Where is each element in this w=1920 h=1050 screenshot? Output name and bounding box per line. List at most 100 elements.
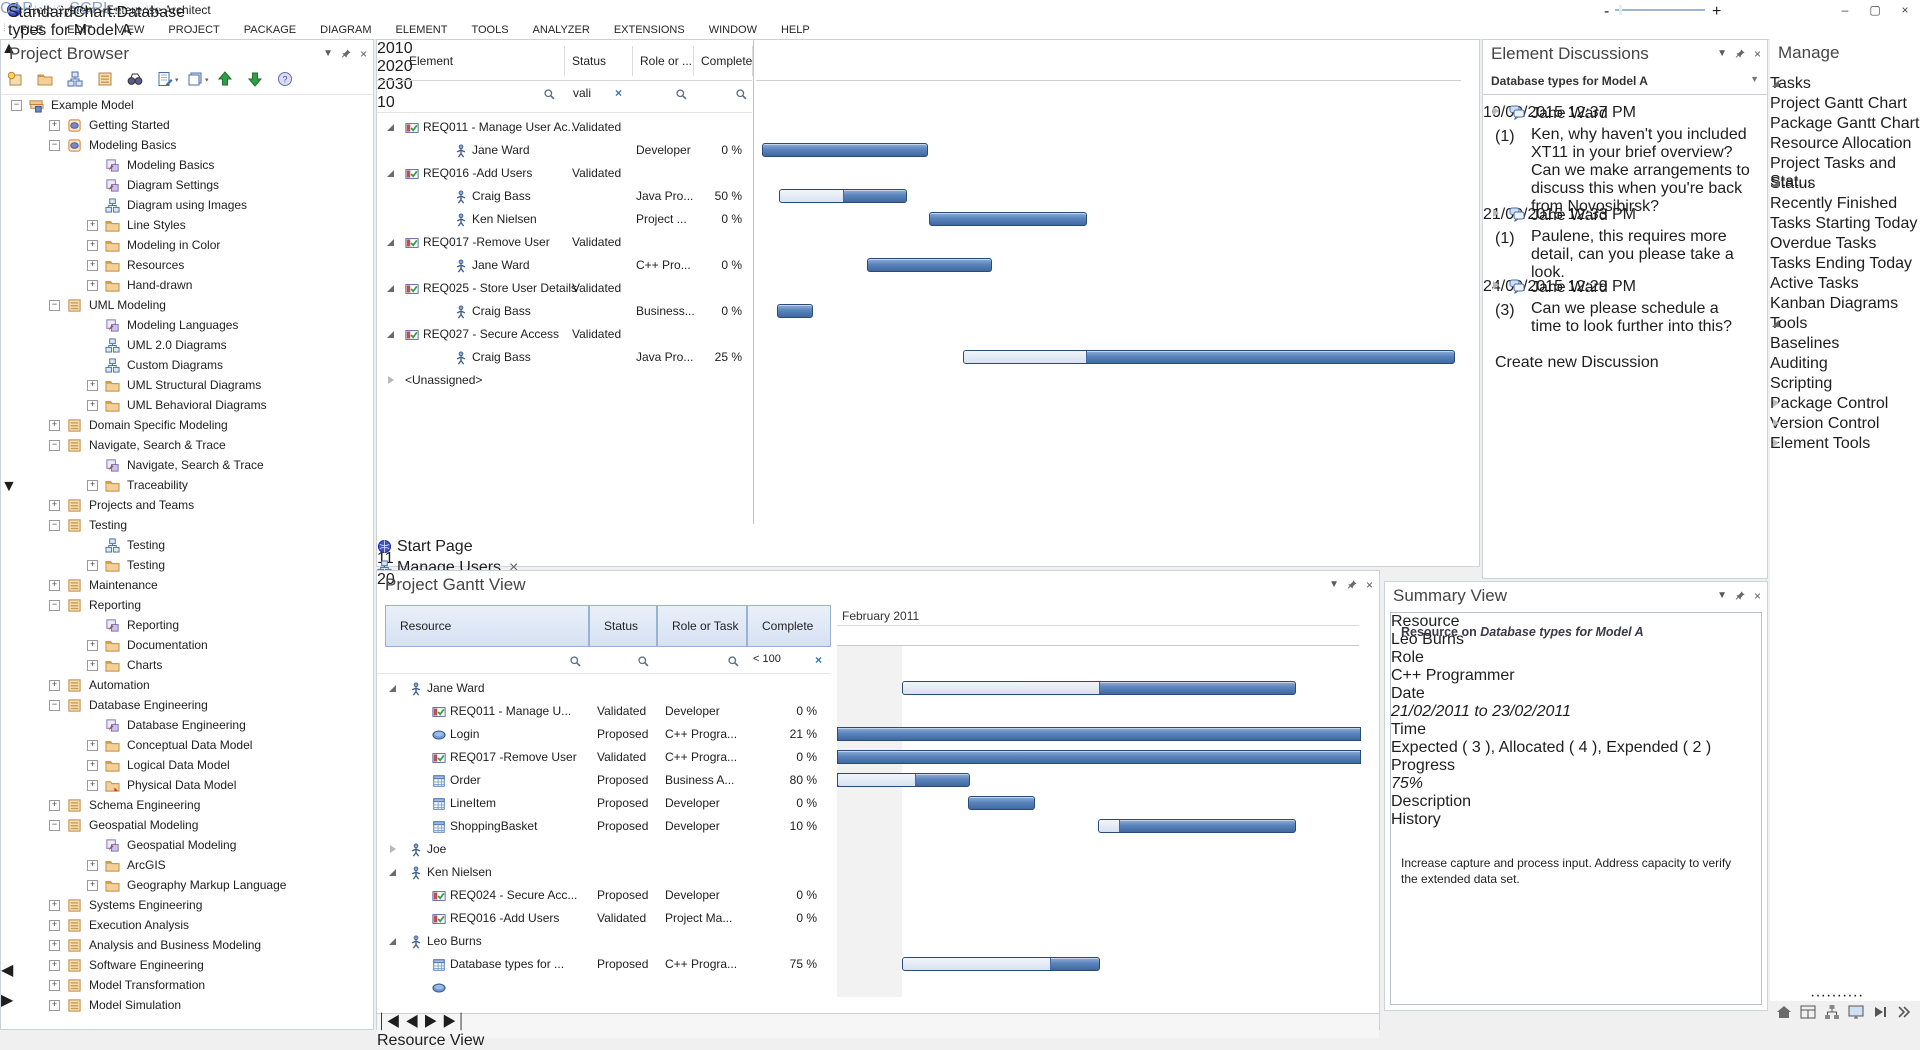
help-icon[interactable] xyxy=(277,71,295,89)
element-filter[interactable] xyxy=(543,88,557,102)
manage-item-recently-finished[interactable]: Recently Finished xyxy=(1770,195,1920,215)
row-expander-open[interactable] xyxy=(389,869,396,876)
column-header-status[interactable]: Status xyxy=(572,54,606,68)
tree-expander-expand[interactable]: + xyxy=(49,580,60,591)
gantt-row-req011-manage-u-[interactable]: REQ011 - Manage U...ValidatedDeveloper0 … xyxy=(377,700,831,723)
role-filter[interactable] xyxy=(675,88,689,102)
zoom-slider-thumb[interactable] xyxy=(1619,5,1622,15)
row-expander-closed[interactable] xyxy=(388,376,394,384)
section-expander-open[interactable] xyxy=(1772,80,1779,87)
summary-bar[interactable] xyxy=(779,167,1088,173)
new-package-icon[interactable] xyxy=(37,71,55,89)
task-bar[interactable] xyxy=(837,727,1361,741)
tree-expander-expand[interactable]: + xyxy=(49,800,60,811)
task-bar[interactable] xyxy=(1098,819,1296,833)
section-expander-open[interactable] xyxy=(1772,180,1779,187)
tree-item-logical-data-model[interactable]: +Logical Data Model xyxy=(1,755,356,775)
gantt-row-lineitem[interactable]: LineItemProposedDeveloper0 % xyxy=(377,792,831,815)
tree-expander-expand[interactable]: + xyxy=(49,1000,60,1011)
task-bar[interactable] xyxy=(779,189,907,203)
gantt-row-craig-bass[interactable]: Craig BassBusiness...0 % xyxy=(377,300,752,323)
move-up-icon[interactable] xyxy=(217,71,235,89)
tree-item-projects-and-teams[interactable]: +Projects and Teams xyxy=(1,495,356,515)
gantt-row-ken-nielsen[interactable]: Ken Nielsen xyxy=(377,861,831,884)
tree-item-diagram-settings[interactable]: Diagram Settings xyxy=(1,175,356,195)
thread-expander[interactable] xyxy=(1493,107,1499,115)
tree-item-execution-analysis[interactable]: +Execution Analysis xyxy=(1,915,356,935)
manage-item-project-tasks-and-stat-[interactable]: Project Tasks and Stat... xyxy=(1770,155,1920,175)
pin-icon[interactable] xyxy=(1735,48,1746,59)
tree-expander-expand[interactable]: + xyxy=(87,220,98,231)
tree-item-reporting[interactable]: Reporting xyxy=(1,615,356,635)
menu-diagram[interactable]: DIAGRAM xyxy=(308,21,383,40)
tree-item-domain-specific-modeling[interactable]: +Domain Specific Modeling xyxy=(1,415,356,435)
manage-item-resource-allocation[interactable]: Resource Allocation xyxy=(1770,135,1920,155)
chevron-down-icon[interactable]: ▼ xyxy=(1750,74,1759,84)
manage-section-status[interactable]: Status xyxy=(1770,175,1920,195)
manage-section-element-tools[interactable]: Element Tools xyxy=(1770,435,1920,455)
tree-expander-expand[interactable]: + xyxy=(87,400,98,411)
tree-item-navigate-search-trace[interactable]: −Navigate, Search & Trace xyxy=(1,435,356,455)
tree-expander-expand[interactable]: + xyxy=(87,280,98,291)
gantt-row-req025-store-user-details[interactable]: REQ025 - Store User DetailsValidated xyxy=(377,277,752,300)
menu-window[interactable]: WINDOW xyxy=(697,21,769,40)
tree-item-hand-drawn[interactable]: +Hand-drawn xyxy=(1,275,356,295)
row-expander-open[interactable] xyxy=(387,239,394,246)
manage-section-tools[interactable]: Tools xyxy=(1770,315,1920,335)
gantt-row-database-types-for-[interactable]: Database types for ...ProposedC++ Progra… xyxy=(377,953,831,976)
tree-expander-expand[interactable]: + xyxy=(87,480,98,491)
complete-filter[interactable] xyxy=(735,88,749,102)
column-header-complete[interactable]: Complete xyxy=(701,54,752,68)
tree-expander-expand[interactable]: + xyxy=(87,880,98,891)
discussion-thread[interactable]: Jane Ward21/09/2015 12:33 PM(1)Paulene, … xyxy=(1483,206,1767,224)
summary-bar[interactable] xyxy=(837,707,1359,713)
gantt-row-joe[interactable]: Joe xyxy=(377,838,831,861)
row-expander-open[interactable] xyxy=(389,938,396,945)
tree-item-modeling-in-color[interactable]: +Modeling in Color xyxy=(1,235,356,255)
zoom-slider-track[interactable] xyxy=(1615,9,1705,11)
gantt-row-order[interactable]: OrderProposedBusiness A...80 % xyxy=(377,769,831,792)
tree-item-physical-data-model[interactable]: +Physical Data Model xyxy=(1,775,356,795)
tree-item-database-engineering[interactable]: −Database Engineering xyxy=(1,695,356,715)
tree-item-model-simulation[interactable]: +Model Simulation xyxy=(1,995,356,1015)
tab-resource-view[interactable]: Resource View xyxy=(377,1032,1379,1050)
new-diagram-icon[interactable] xyxy=(67,71,85,89)
home-icon[interactable] xyxy=(1776,1004,1794,1022)
layout-icon[interactable] xyxy=(1800,1004,1818,1022)
tree-item-navigate-search-trace[interactable]: Navigate, Search & Trace xyxy=(1,455,356,475)
task-bar[interactable] xyxy=(902,957,1100,971)
tree-item-automation[interactable]: +Automation xyxy=(1,675,356,695)
tree-expander-expand[interactable]: + xyxy=(49,680,60,691)
tree-expander-collapse[interactable]: − xyxy=(49,520,60,531)
screen-icon[interactable] xyxy=(1848,1004,1866,1022)
summary-bar[interactable] xyxy=(867,236,990,242)
column-header-element[interactable]: Element xyxy=(409,54,453,68)
status-filter-value[interactable]: vali xyxy=(573,86,591,100)
tree-expander-expand[interactable]: + xyxy=(87,380,98,391)
section-expander-closed[interactable] xyxy=(1773,439,1779,447)
thread-expander[interactable] xyxy=(1493,209,1499,217)
task-bar[interactable] xyxy=(963,350,1455,364)
tree-item-charts[interactable]: +Charts xyxy=(1,655,356,675)
tree-item-uml-2-0-diagrams[interactable]: UML 2.0 Diagrams xyxy=(1,335,356,355)
new-element-icon[interactable] xyxy=(97,71,115,89)
tree-item-software-engineering[interactable]: +Software Engineering xyxy=(1,955,356,975)
summary-bar[interactable] xyxy=(902,937,1359,943)
menu-package[interactable]: PACKAGE xyxy=(232,21,308,40)
tree-expander-expand[interactable]: + xyxy=(87,260,98,271)
tree-item-reporting[interactable]: −Reporting xyxy=(1,595,356,615)
edit-dropdown-icon[interactable]: ▾ xyxy=(157,71,181,89)
tree-expander-collapse[interactable]: − xyxy=(49,820,60,831)
move-down-icon[interactable] xyxy=(247,71,265,89)
gantt-row-shoppingbasket[interactable]: ShoppingBasketProposedDeveloper10 % xyxy=(377,815,831,838)
tree-item-diagram-using-images[interactable]: Diagram using Images xyxy=(1,195,356,215)
menu-help[interactable]: HELP xyxy=(769,21,822,40)
close-panel-icon[interactable]: × xyxy=(1754,591,1761,601)
manage-item-tasks-ending-today[interactable]: Tasks Ending Today xyxy=(1770,255,1920,275)
panel-menu-icon[interactable]: ▼ xyxy=(323,49,333,59)
manage-item-scripting[interactable]: Scripting xyxy=(1770,375,1920,395)
tree-expander-expand[interactable]: + xyxy=(87,780,98,791)
summary-bar[interactable] xyxy=(774,282,812,288)
more-icon[interactable] xyxy=(1896,1004,1914,1022)
row-expander-open[interactable] xyxy=(387,285,394,292)
